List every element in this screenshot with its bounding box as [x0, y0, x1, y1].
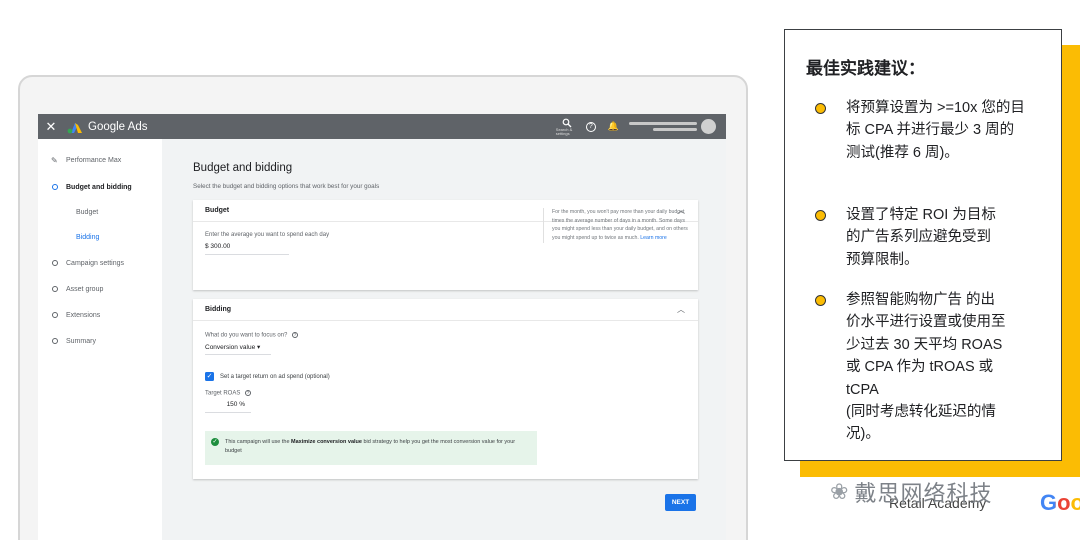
page-title: Budget and bidding — [193, 162, 293, 174]
search-settings-label: Search & settings — [555, 126, 573, 136]
best-practice-title: 最佳实践建议： — [806, 59, 925, 78]
sidebar-item-performance-max[interactable]: ✎ Performance Max — [38, 153, 121, 167]
step-circle-icon — [52, 286, 58, 292]
google-ads-logo: Google Ads — [66, 120, 147, 134]
best-practice-card: 最佳实践建议： 将预算设置为 >=10x 您的目 标 CPA 并进行最少 3 周… — [784, 29, 1062, 461]
close-icon[interactable]: ✕ — [38, 119, 64, 135]
sidebar-item-extensions[interactable]: Extensions — [38, 308, 100, 322]
check-circle-icon: ✓ — [211, 438, 219, 446]
bullet-dot-icon — [815, 103, 826, 114]
step-circle-icon — [52, 184, 58, 190]
wechat-icon: ❀ — [830, 479, 849, 504]
google-logo-partial: Goo — [1040, 490, 1080, 516]
focus-dropdown[interactable]: Conversion value ▾ — [205, 343, 271, 355]
sidebar-item-campaign-settings[interactable]: Campaign settings — [38, 256, 124, 270]
bidding-header-label: Bidding — [205, 306, 232, 313]
sidebar-item-label: Campaign settings — [66, 259, 124, 267]
focus-dropdown-value: Conversion value — [205, 344, 256, 351]
sidebar-item-bidding[interactable]: Bidding — [38, 230, 99, 244]
tip-item: 设置了特定 ROI 为目标 的广告系列应避免受到 预算限制。 — [815, 204, 996, 271]
tip-text: 将预算设置为 >=10x 您的目 标 CPA 并进行最少 3 周的 测试(推荐 … — [846, 100, 1025, 161]
checkbox-checked-icon[interactable]: ✓ — [205, 372, 214, 381]
tip-text: 参照智能购物广告 的出 价水平进行设置或使用至 少过去 30 天平均 ROAS … — [846, 292, 1006, 443]
avatar[interactable] — [701, 119, 716, 134]
step-circle-icon — [52, 338, 58, 344]
info-text-pre: This campaign will use the — [225, 439, 292, 445]
tip-text: 设置了特定 ROI 为目标 的广告系列应避免受到 预算限制。 — [846, 207, 996, 268]
google-ads-screen: ✕ Google Ads Search & settings ? 🔔 ✎ Per… — [38, 114, 726, 540]
google-ads-logo-icon — [67, 122, 82, 133]
budget-note-text: For the month, you won't pay more than y… — [552, 209, 688, 242]
help-icon[interactable]: ? — [585, 121, 596, 132]
bell-icon[interactable]: 🔔 — [608, 121, 619, 132]
sidebar-item-label: Asset group — [66, 285, 104, 293]
next-button[interactable]: NEXT — [665, 494, 696, 511]
bidding-card: Bidding ︿ What do you want to focus on? … — [193, 299, 698, 479]
slide: ✕ Google Ads Search & settings ? 🔔 ✎ Per… — [0, 0, 1080, 540]
app-bar: ✕ Google Ads Search & settings ? 🔔 — [38, 114, 726, 139]
sidebar-item-label: Budget and bidding — [66, 183, 132, 191]
tip-item: 将预算设置为 >=10x 您的目 标 CPA 并进行最少 3 周的 测试(推荐 … — [815, 97, 1025, 164]
sidebar-item-budget[interactable]: Budget — [38, 205, 98, 219]
sidebar-item-summary[interactable]: Summary — [38, 334, 96, 348]
account-info[interactable] — [629, 122, 697, 131]
daily-budget-label: Enter the average you want to spend each… — [205, 232, 330, 238]
help-icon[interactable]: ? — [245, 390, 252, 396]
sidebar-item-asset-group[interactable]: Asset group — [38, 282, 103, 296]
wechat-watermark: ❀ 戴思网络科技 — [830, 476, 992, 508]
focus-question-text: What do you want to focus on? — [205, 332, 288, 339]
brand-name: Google Ads — [88, 120, 148, 133]
target-roas-checkbox-row[interactable]: ✓ Set a target return on ad spend (optio… — [205, 372, 330, 381]
target-roas-label: Target ROAS ? — [205, 390, 252, 397]
chevron-up-icon[interactable]: ︿ — [677, 304, 685, 315]
step-circle-icon — [52, 260, 58, 266]
bullet-dot-icon — [815, 295, 826, 306]
page-subtitle: Select the budget and bidding options th… — [193, 183, 380, 190]
bidding-card-header[interactable]: Bidding ︿ — [193, 299, 698, 321]
pencil-icon: ✎ — [51, 155, 58, 165]
search-icon — [562, 118, 572, 127]
search-settings-button[interactable]: Search & settings — [556, 118, 578, 136]
sidebar-item-budget-and-bidding[interactable]: Budget and bidding — [38, 180, 132, 194]
sidebar-item-label: Performance Max — [66, 156, 122, 164]
sidebar-item-label: Summary — [66, 337, 96, 345]
target-roas-label-text: Target ROAS — [205, 390, 241, 397]
sidebar-item-label: Budget — [76, 208, 99, 216]
dropdown-arrow-icon: ▾ — [257, 344, 261, 351]
sidebar-item-label: Extensions — [66, 311, 101, 319]
sidebar-item-label: Bidding — [76, 233, 100, 241]
step-circle-icon — [52, 312, 58, 318]
google-logo-text: Goo — [1040, 490, 1080, 515]
focus-question: What do you want to focus on? ? — [205, 332, 299, 339]
target-roas-input[interactable]: 150 % — [205, 401, 251, 413]
daily-budget-input[interactable]: $ 300.00 — [205, 243, 289, 255]
tip-item: 参照智能购物广告 的出 价水平进行设置或使用至 少过去 30 天平均 ROAS … — [815, 289, 1006, 446]
watermark-text: 戴思网络科技 — [854, 481, 993, 506]
strategy-info-banner: ✓ This campaign will use the Maximize co… — [205, 431, 537, 465]
main-content: Budget and bidding Select the budget and… — [162, 139, 726, 540]
budget-card: Budget ︿ Enter the average you want to s… — [193, 200, 698, 290]
learn-more-link[interactable]: Learn more — [640, 235, 667, 241]
info-text-bold: Maximize conversion value — [291, 439, 362, 445]
budget-header-label: Budget — [205, 207, 230, 214]
budget-note: For the month, you won't pay more than y… — [543, 208, 691, 243]
help-icon[interactable]: ? — [292, 332, 299, 338]
bullet-dot-icon — [815, 210, 826, 221]
sidebar: ✎ Performance Max Budget and bidding Bud… — [38, 139, 162, 540]
checkbox-label: Set a target return on ad spend (optiona… — [220, 373, 330, 380]
